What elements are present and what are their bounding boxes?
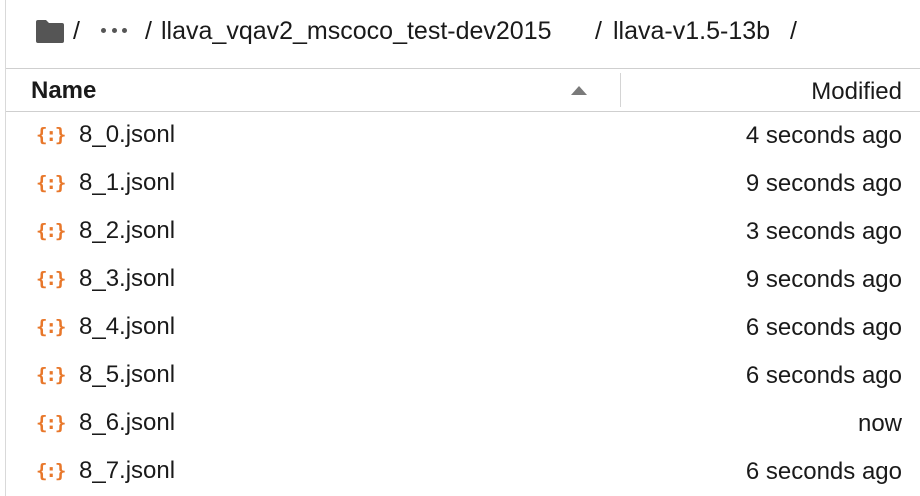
file-modified: 4 seconds ago [745, 122, 902, 149]
breadcrumb-segment-model[interactable]: llava-v1.5-13b [613, 16, 770, 46]
breadcrumb-separator: / [790, 17, 797, 45]
file-row[interactable]: {:} 8_6.jsonl now [6, 400, 920, 448]
file-modified: 3 seconds ago [745, 218, 902, 245]
file-list: {:} 8_0.jsonl 4 seconds ago {:} 8_1.json… [6, 112, 920, 496]
json-file-icon: {:} [36, 124, 66, 146]
json-file-icon: {:} [36, 268, 66, 290]
file-row[interactable]: {:} 8_5.jsonl 6 seconds ago [6, 352, 920, 400]
breadcrumb-separator: / [73, 17, 80, 45]
file-modified: now [857, 410, 902, 437]
file-row[interactable]: {:} 8_2.jsonl 3 seconds ago [6, 208, 920, 256]
json-file-icon: {:} [36, 172, 66, 194]
json-file-icon: {:} [36, 364, 66, 386]
file-modified: 6 seconds ago [745, 314, 902, 341]
file-row[interactable]: {:} 8_7.jsonl 6 seconds ago [6, 448, 920, 496]
file-modified: 6 seconds ago [745, 458, 902, 485]
json-file-icon: {:} [36, 220, 66, 242]
file-modified: 6 seconds ago [745, 362, 902, 389]
breadcrumb: / / llava_vqav2_mscoco_test-dev2015 / ll… [0, 0, 920, 64]
file-name: 8_0.jsonl [79, 121, 176, 148]
file-list-header: Name Modified [6, 68, 920, 112]
file-name: 8_3.jsonl [79, 265, 176, 292]
file-name: 8_6.jsonl [79, 409, 176, 436]
folder-icon[interactable] [35, 18, 65, 44]
column-header-name[interactable]: Name [6, 69, 620, 111]
file-row[interactable]: {:} 8_0.jsonl 4 seconds ago [6, 112, 920, 160]
file-modified: 9 seconds ago [745, 266, 902, 293]
column-header-modified[interactable]: Modified [621, 69, 920, 111]
file-row[interactable]: {:} 8_3.jsonl 9 seconds ago [6, 256, 920, 304]
file-name: 8_5.jsonl [79, 361, 176, 388]
file-row[interactable]: {:} 8_1.jsonl 9 seconds ago [6, 160, 920, 208]
file-name: 8_2.jsonl [79, 217, 176, 244]
breadcrumb-separator: / [145, 17, 152, 45]
file-name: 8_7.jsonl [79, 457, 176, 484]
column-header-name-label: Name [31, 77, 97, 104]
json-file-icon: {:} [36, 460, 66, 482]
breadcrumb-separator: / [595, 17, 602, 45]
column-header-modified-label: Modified [811, 78, 902, 105]
file-name: 8_4.jsonl [79, 313, 176, 340]
json-file-icon: {:} [36, 412, 66, 434]
breadcrumb-segment-dataset[interactable]: llava_vqav2_mscoco_test-dev2015 [161, 16, 552, 46]
sort-ascending-icon [571, 86, 587, 95]
file-modified: 9 seconds ago [745, 170, 902, 197]
file-name: 8_1.jsonl [79, 169, 176, 196]
file-row[interactable]: {:} 8_4.jsonl 6 seconds ago [6, 304, 920, 352]
ellipsis-icon[interactable] [101, 28, 127, 34]
json-file-icon: {:} [36, 316, 66, 338]
